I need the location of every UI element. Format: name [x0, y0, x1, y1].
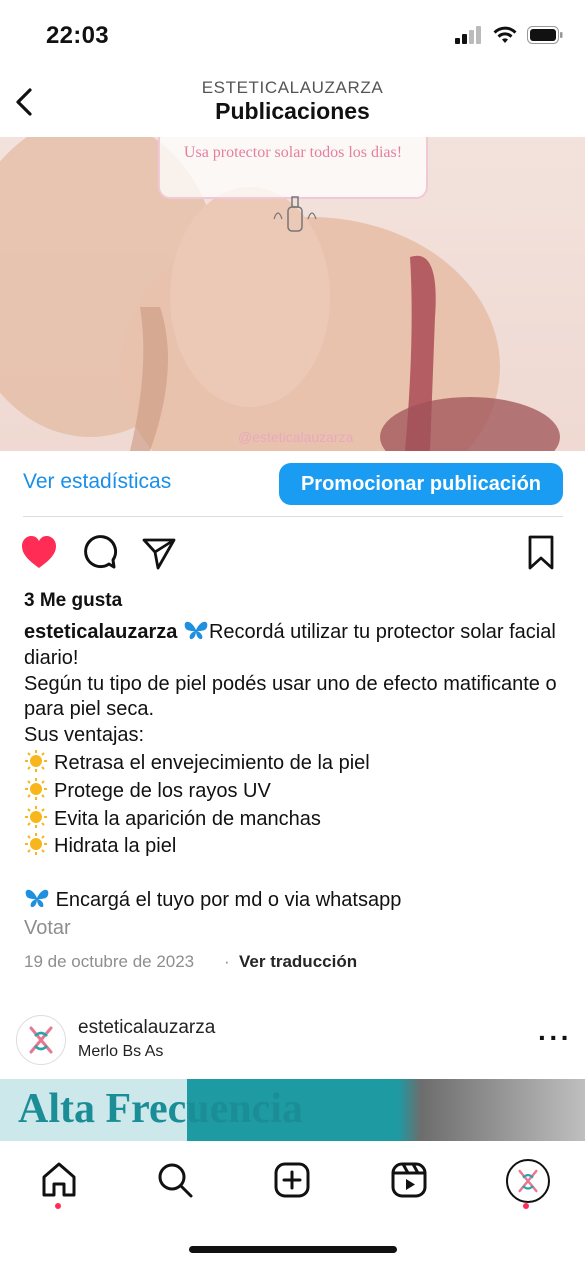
- search-icon[interactable]: [155, 1160, 195, 1200]
- header-account: ESTETICALAUZARZA: [201, 78, 384, 97]
- benefit-item: Evita la aparición de manchas: [24, 805, 564, 833]
- more-options-icon[interactable]: ···: [538, 1022, 572, 1054]
- page-title: Publicaciones: [215, 98, 370, 124]
- benefit-text: Evita la aparición de manchas: [54, 807, 321, 830]
- benefit-item: Protege de los rayos UV: [24, 777, 564, 805]
- serum-bottle-icon: [273, 196, 317, 232]
- benefit-text: Retrasa el envejecimiento de la piel: [54, 751, 370, 774]
- sun-icon: [25, 833, 47, 856]
- likes-count[interactable]: 3 Me gusta: [24, 590, 122, 612]
- benefit-item: Hidrata la piel: [24, 832, 564, 860]
- post-image[interactable]: Usa protector solar todos los dias! @est…: [0, 137, 585, 451]
- vote-link[interactable]: Votar: [24, 917, 71, 940]
- translate-link[interactable]: Ver traducción: [239, 952, 357, 972]
- home-notification-dot: [55, 1203, 61, 1209]
- comment-icon[interactable]: [80, 534, 118, 572]
- battery-icon: [527, 26, 563, 44]
- promote-post-button[interactable]: Promocionar publicación: [279, 463, 563, 505]
- logo-icon: [518, 1169, 538, 1193]
- caption-line-3: Sus ventajas:: [24, 724, 145, 747]
- next-post-image[interactable]: Alta Frecuencia: [0, 1079, 585, 1141]
- home-icon[interactable]: [39, 1160, 79, 1200]
- butterfly-icon: [25, 889, 49, 908]
- sun-icon: [25, 749, 47, 772]
- sun-icon: [25, 805, 47, 828]
- status-time: 22:03: [46, 22, 109, 49]
- benefit-text: Protege de los rayos UV: [54, 779, 271, 802]
- bookmark-icon[interactable]: [522, 534, 560, 572]
- profile-avatar-tab[interactable]: [506, 1159, 550, 1203]
- avatar[interactable]: [16, 1015, 66, 1065]
- logo-icon: [29, 1026, 53, 1054]
- divider: [23, 516, 563, 517]
- signal-icon: [455, 26, 481, 44]
- order-text: Encargá el tuyo por md o via whatsapp: [55, 889, 402, 912]
- caption-username[interactable]: esteticalauzarza: [24, 621, 177, 643]
- benefit-item: Retrasa el envejecimiento de la piel: [24, 749, 564, 777]
- order-line: Encargá el tuyo por md o via whatsapp: [24, 887, 564, 914]
- wifi-icon: [493, 26, 517, 43]
- sun-icon: [25, 777, 47, 800]
- post-date: 19 de octubre de 2023: [24, 952, 195, 971]
- reels-icon[interactable]: [389, 1160, 429, 1200]
- status-icons: [455, 26, 563, 44]
- view-stats-link[interactable]: Ver estadísticas: [23, 470, 171, 494]
- share-icon[interactable]: [140, 534, 178, 572]
- next-post-image-title: Alta Frecuencia: [18, 1086, 303, 1132]
- heart-filled-icon[interactable]: [20, 534, 58, 572]
- image-watermark: @esteticalauzarza: [238, 429, 354, 445]
- home-indicator: [189, 1246, 397, 1253]
- next-post-username[interactable]: esteticalauzarza: [78, 1017, 215, 1039]
- separator-dot: ·: [224, 952, 230, 971]
- create-post-icon[interactable]: [272, 1160, 312, 1200]
- post-caption: esteticalauzarza Recordá utilizar tu pro…: [24, 619, 564, 914]
- caption-first-line: esteticalauzarza Recordá utilizar tu pro…: [24, 619, 564, 672]
- butterfly-icon: [184, 621, 208, 640]
- profile-notification-dot: [523, 1203, 529, 1209]
- caption-line-2: Según tu tipo de piel podés usar uno de …: [24, 672, 557, 721]
- next-post-location[interactable]: Merlo Bs As: [78, 1043, 163, 1061]
- benefit-text: Hidrata la piel: [54, 835, 177, 858]
